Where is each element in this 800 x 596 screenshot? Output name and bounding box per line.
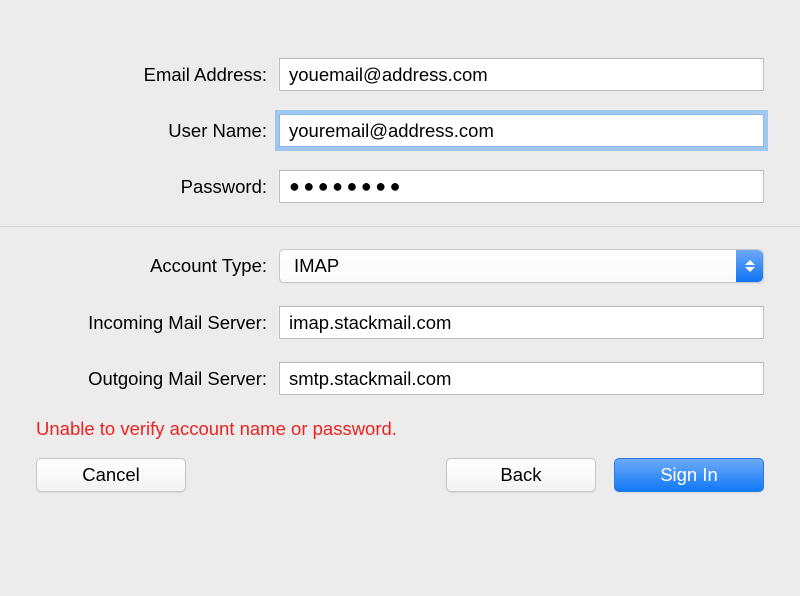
email-label: Email Address: xyxy=(36,64,279,86)
form-section-top: Email Address: User Name: Password: ●●●●… xyxy=(0,58,800,203)
account-type-select[interactable]: IMAP xyxy=(279,249,764,283)
account-type-row: Account Type: IMAP xyxy=(36,249,764,283)
mail-account-setup-dialog: Email Address: User Name: Password: ●●●●… xyxy=(0,0,800,596)
password-input[interactable]: ●●●●●●●● xyxy=(279,170,764,203)
username-row: User Name: xyxy=(36,114,764,147)
divider xyxy=(0,226,800,227)
incoming-server-row: Incoming Mail Server: xyxy=(36,306,764,339)
incoming-server-input[interactable] xyxy=(279,306,764,339)
incoming-server-label: Incoming Mail Server: xyxy=(36,312,279,334)
username-input[interactable] xyxy=(279,114,764,147)
email-row: Email Address: xyxy=(36,58,764,91)
username-label: User Name: xyxy=(36,120,279,142)
outgoing-server-input[interactable] xyxy=(279,362,764,395)
back-button[interactable]: Back xyxy=(446,458,596,492)
email-input[interactable] xyxy=(279,58,764,91)
signin-button[interactable]: Sign In xyxy=(614,458,764,492)
account-type-value: IMAP xyxy=(294,255,339,277)
form-section-bottom: Account Type: IMAP Incoming Mail Server:… xyxy=(0,249,800,395)
outgoing-server-row: Outgoing Mail Server: xyxy=(36,362,764,395)
password-row: Password: ●●●●●●●● xyxy=(36,170,764,203)
button-row: Cancel Back Sign In xyxy=(0,458,800,492)
cancel-button[interactable]: Cancel xyxy=(36,458,186,492)
error-message: Unable to verify account name or passwor… xyxy=(0,418,800,440)
outgoing-server-label: Outgoing Mail Server: xyxy=(36,368,279,390)
chevron-up-down-icon xyxy=(736,250,763,282)
button-spacer xyxy=(204,458,428,492)
account-type-label: Account Type: xyxy=(36,255,279,277)
password-label: Password: xyxy=(36,176,279,198)
